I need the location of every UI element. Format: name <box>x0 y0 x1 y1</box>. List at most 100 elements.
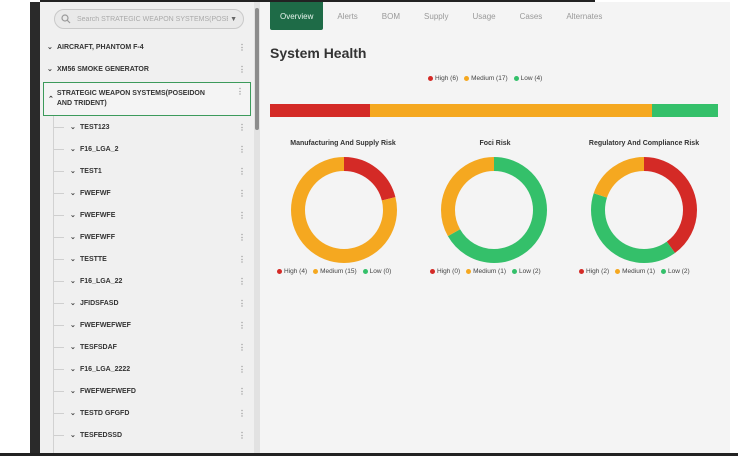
chevron-down-icon[interactable]: ⌄ <box>70 167 78 175</box>
chevron-down-icon[interactable]: ⌄ <box>47 43 55 51</box>
search-box[interactable]: ▼ <box>54 9 244 29</box>
tree-item[interactable]: ⌄ FWEFWF ⋮ <box>40 182 257 204</box>
more-options-icon[interactable]: ⋮ <box>238 277 246 286</box>
tree-item-label: FWEFWEFWEF <box>80 321 131 329</box>
tree-item[interactable]: ⌄ FWEFWFE ⋮ <box>40 204 257 226</box>
chevron-down-icon[interactable]: ⌄ <box>70 233 78 241</box>
medium-dot-icon <box>466 269 472 274</box>
tree-item-label: TEST123 <box>80 123 110 131</box>
more-options-icon[interactable]: ⋮ <box>238 189 246 198</box>
more-options-icon[interactable]: ⋮ <box>238 409 246 418</box>
more-options-icon[interactable]: ⋮ <box>238 211 246 220</box>
chevron-down-icon[interactable]: ⌄ <box>70 255 78 263</box>
regulatory-risk-donut <box>591 157 697 263</box>
legend-low-label: Low (2) <box>519 268 541 275</box>
medium-dot-icon <box>464 76 470 81</box>
legend-high-label: High (2) <box>586 268 610 275</box>
more-options-icon[interactable]: ⋮ <box>236 87 244 96</box>
more-options-icon[interactable]: ⋮ <box>238 167 246 176</box>
chevron-down-icon[interactable]: ⌄ <box>70 123 78 131</box>
chevron-down-icon[interactable]: ⌄ <box>47 65 55 73</box>
more-options-icon[interactable]: ⋮ <box>238 343 246 352</box>
tree-item-label: AIRCRAFT, PHANTOM F-4 <box>57 43 144 51</box>
more-options-icon[interactable]: ⋮ <box>238 365 246 374</box>
tree-item[interactable]: ⌄ AIRCRAFT, PHANTOM F-4 ⋮ <box>40 36 257 58</box>
chevron-down-icon[interactable]: ⌄ <box>70 299 78 307</box>
health-bar-segment-high <box>270 104 370 117</box>
tree-item-label: FWEFWFF <box>80 233 115 241</box>
foci-risk-legend: High (0) Medium (1) Low (2) <box>430 268 547 275</box>
more-options-icon[interactable]: ⋮ <box>238 145 246 154</box>
tree-item[interactable]: ⌄ JFIDSFASD ⋮ <box>40 292 257 314</box>
tree-item[interactable]: ⌄ F16_LGA_2222 ⋮ <box>40 358 257 380</box>
tree-item[interactable]: ⌄ F16_LGA_2 ⋮ <box>40 138 257 160</box>
tree-item[interactable]: ⌄ TESFSDAF ⋮ <box>40 336 257 358</box>
search-icon <box>61 14 71 24</box>
more-options-icon[interactable]: ⋮ <box>238 43 246 52</box>
low-dot-icon <box>513 76 519 81</box>
legend-medium-label: Medium (15) <box>320 268 357 275</box>
tab-supply[interactable]: Supply <box>412 2 460 30</box>
high-dot-icon <box>277 269 282 274</box>
tree-item[interactable]: ⌄ TESTTE ⋮ <box>40 248 257 270</box>
legend-high: High (2) <box>579 268 609 275</box>
chart-title-regulatory: Regulatory And Compliance Risk <box>588 140 700 147</box>
more-options-icon[interactable]: ⋮ <box>238 233 246 242</box>
tree-item[interactable]: ⌄ TESTD GFGFD ⋮ <box>40 402 257 424</box>
tree-item[interactable]: ⌄ TEST123 ⋮ <box>40 116 257 138</box>
more-options-icon[interactable]: ⋮ <box>238 299 246 308</box>
tree-item[interactable]: ⌄ F16_LGA_22 ⋮ <box>40 270 257 292</box>
dropdown-caret-icon[interactable]: ▼ <box>230 16 237 23</box>
more-options-icon[interactable]: ⋮ <box>238 123 246 132</box>
legend-high: High (6) <box>428 75 458 82</box>
health-bar-segment-medium <box>369 104 652 117</box>
legend-low: Low (0) <box>362 268 391 275</box>
tree-item[interactable]: ⌄ FWEFWEFWEFD ⋮ <box>40 380 257 402</box>
tree-item-label: TESFSDAF <box>80 343 117 351</box>
high-dot-icon <box>430 269 435 274</box>
chevron-up-icon[interactable]: ⌃ <box>48 95 54 103</box>
scrollbar-thumb[interactable] <box>255 8 259 130</box>
more-options-icon[interactable]: ⋮ <box>238 321 246 330</box>
tree-item[interactable]: ⌄ FWEFWFF ⋮ <box>40 226 257 248</box>
search-input[interactable] <box>75 14 231 24</box>
chevron-down-icon[interactable]: ⌄ <box>70 343 78 351</box>
chevron-down-icon[interactable]: ⌄ <box>70 277 78 285</box>
tree-item[interactable]: ⌄ FWEFWEFWEF ⋮ <box>40 314 257 336</box>
legend-medium: Medium (17) <box>464 75 508 82</box>
tree-item-label: F16_LGA_2222 <box>80 365 131 373</box>
tab-usage[interactable]: Usage <box>461 2 508 30</box>
legend-medium-label: Medium (1) <box>622 268 655 275</box>
tab-alerts[interactable]: Alerts <box>323 2 369 30</box>
more-options-icon[interactable]: ⋮ <box>238 431 246 440</box>
high-dot-icon <box>428 76 433 81</box>
tree-item[interactable]: ⌄ TESFEDSSD ⋮ <box>40 424 257 446</box>
tab-cases[interactable]: Cases <box>508 2 555 30</box>
tab-alternates[interactable]: Alternates <box>554 2 614 30</box>
medium-dot-icon <box>615 269 621 274</box>
legend-low: Low (2) <box>661 268 690 275</box>
legend-low: Low (2) <box>512 268 541 275</box>
legend-low: Low (4) <box>513 75 542 82</box>
chevron-down-icon[interactable]: ⌄ <box>70 409 78 417</box>
chart-title-foci: Foci Risk <box>479 140 511 147</box>
tree-item-label: TESFEDSSD <box>80 431 123 439</box>
more-options-icon[interactable]: ⋮ <box>238 65 246 74</box>
chevron-down-icon[interactable]: ⌄ <box>70 387 78 395</box>
chevron-down-icon[interactable]: ⌄ <box>70 145 78 153</box>
tree-item-label: JFIDSFASD <box>80 299 119 307</box>
more-options-icon[interactable]: ⋮ <box>238 387 246 396</box>
tree-item[interactable]: ⌄ XM56 SMOKE GENERATOR ⋮ <box>40 58 257 80</box>
chevron-down-icon[interactable]: ⌄ <box>70 321 78 329</box>
chevron-down-icon[interactable]: ⌄ <box>70 211 78 219</box>
tab-overview[interactable]: Overview <box>270 2 324 30</box>
tree-item-label: F16_LGA_2 <box>80 145 119 153</box>
chevron-down-icon[interactable]: ⌄ <box>70 431 78 439</box>
chevron-down-icon[interactable]: ⌄ <box>70 189 78 197</box>
tree-item[interactable]: ⌄ TEST1 ⋮ <box>40 160 257 182</box>
chevron-down-icon[interactable]: ⌄ <box>70 365 78 373</box>
more-options-icon[interactable]: ⋮ <box>238 255 246 264</box>
high-dot-icon <box>579 269 584 274</box>
tree-item-selected[interactable]: ⌃ STRATEGIC WEAPON SYSTEMS(POSEIDON AND … <box>43 82 251 116</box>
tab-bom[interactable]: BOM <box>370 2 412 30</box>
